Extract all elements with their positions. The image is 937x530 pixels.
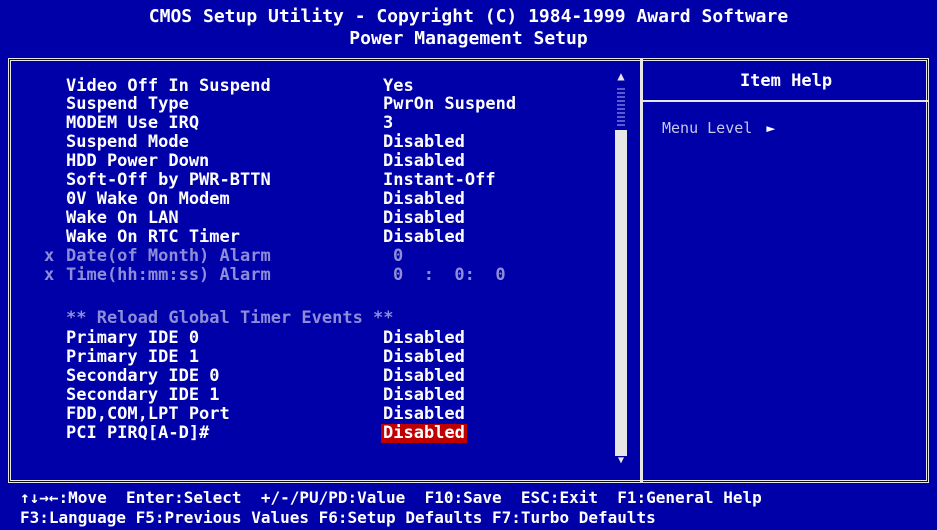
unavailable-mark: x xyxy=(44,246,55,266)
title-section: Power Management Setup xyxy=(349,28,588,49)
setting-label: MODEM Use IRQ xyxy=(66,113,200,133)
setting-value: 0 : 0: 0 xyxy=(393,265,506,285)
setting-value[interactable]: Disabled xyxy=(383,386,465,405)
setting-value: 0 xyxy=(393,246,404,266)
setting-value[interactable]: 3 xyxy=(383,114,393,133)
scroll-thumb[interactable] xyxy=(615,130,627,456)
setting-label: Primary IDE 1 xyxy=(66,347,200,367)
setting-label: Secondary IDE 1 xyxy=(66,385,220,405)
setting-value[interactable]: Disabled xyxy=(383,152,465,171)
setting-label: Suspend Type xyxy=(66,94,189,114)
help-divider xyxy=(643,100,929,102)
setting-label: HDD Power Down xyxy=(66,151,210,171)
setting-value[interactable]: Disabled xyxy=(383,348,465,367)
setting-value[interactable]: Disabled xyxy=(383,367,465,386)
setting-label: Primary IDE 0 xyxy=(66,328,200,348)
menu-level-label: Menu Level xyxy=(662,119,753,137)
title-bar: CMOS Setup Utility - Copyright (C) 1984-… xyxy=(0,0,937,56)
panel-divider xyxy=(640,58,643,483)
key-help-line-2: F3:Language F5:Previous Values F6:Setup … xyxy=(20,508,656,527)
setting-value[interactable]: Disabled xyxy=(383,228,465,247)
setting-value[interactable]: Disabled xyxy=(383,133,465,152)
section-label: ** Reload Global Timer Events ** xyxy=(66,308,394,328)
setting-label: 0V Wake On Modem xyxy=(66,189,230,209)
setting-value[interactable]: PwrOn Suspend xyxy=(383,95,516,114)
unavailable-mark: x xyxy=(44,265,55,285)
setting-value[interactable]: Disabled xyxy=(383,329,465,348)
key-help-line-1: ↑↓→←:Move Enter:Select +/-/PU/PD:Value F… xyxy=(20,488,762,507)
setting-label: Suspend Mode xyxy=(66,132,189,152)
setting-label: FDD,COM,LPT Port xyxy=(66,404,230,424)
setting-label: Wake On RTC Timer xyxy=(66,227,240,247)
setting-label: Wake On LAN xyxy=(66,208,179,228)
setting-label: Secondary IDE 0 xyxy=(66,366,220,386)
scroll-up-arrow-icon[interactable]: ▲ xyxy=(613,68,629,84)
setting-label: Soft-Off by PWR-BTTN xyxy=(66,170,271,190)
setting-value[interactable]: Instant-Off xyxy=(383,171,496,190)
setting-value-selected[interactable]: Disabled xyxy=(381,424,467,443)
scrollbar[interactable]: ▲ ▼ xyxy=(613,68,629,468)
scroll-down-arrow-icon[interactable]: ▼ xyxy=(613,454,629,468)
setting-value[interactable]: Disabled xyxy=(383,190,465,209)
setting-label: Time(hh:mm:ss) Alarm xyxy=(66,265,271,285)
setting-label: PCI PIRQ[A-D]# xyxy=(66,423,210,443)
setting-value[interactable]: Disabled xyxy=(383,209,465,228)
menu-level-line: Menu Level ► xyxy=(662,118,775,138)
setting-value[interactable]: Disabled xyxy=(383,405,465,424)
item-help-title: Item Help xyxy=(739,71,833,91)
setting-label: Date(of Month) Alarm xyxy=(66,246,271,266)
menu-level-arrow-icon: ► xyxy=(766,119,776,137)
scroll-track-dots xyxy=(617,86,625,126)
title-copyright: CMOS Setup Utility - Copyright (C) 1984-… xyxy=(148,6,789,27)
